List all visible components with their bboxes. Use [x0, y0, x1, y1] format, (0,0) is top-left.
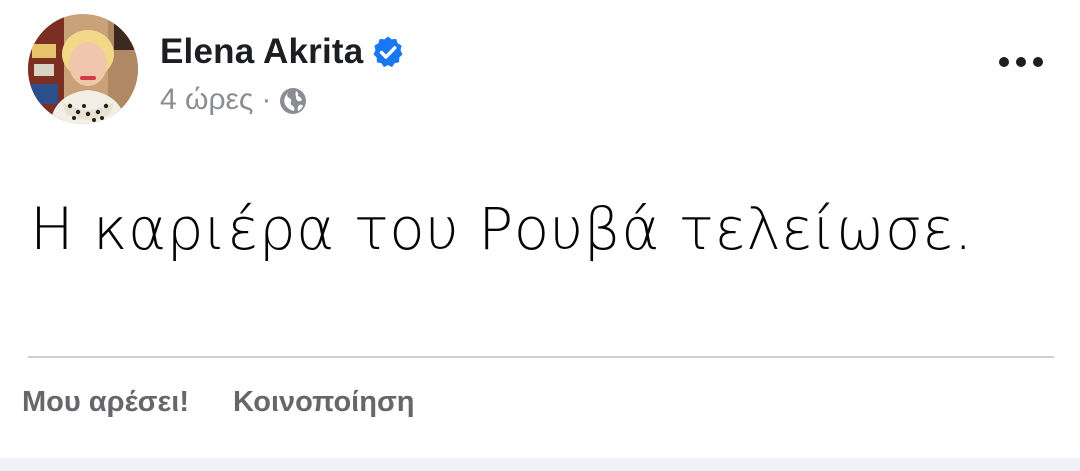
meta-separator: · — [261, 83, 272, 116]
author-line: Elena Akrita — [160, 30, 405, 74]
post-meta: 4 ώρες · — [160, 80, 307, 120]
more-options-icon — [999, 57, 1043, 67]
verified-badge-icon — [371, 35, 405, 69]
author-avatar[interactable] — [28, 14, 138, 124]
actions-divider — [28, 356, 1054, 358]
share-button[interactable]: Κοινοποίηση — [233, 386, 415, 419]
post-text: Η καριέρα του Ρουβά τελείωσε. — [30, 195, 973, 263]
post-header: Elena Akrita 4 ώρες · — [0, 0, 1080, 140]
post-bottom-separator — [0, 458, 1080, 471]
post-timestamp[interactable]: 4 ώρες — [160, 83, 253, 117]
like-button[interactable]: Μου αρέσει! — [22, 386, 189, 419]
more-options-button[interactable] — [990, 40, 1054, 84]
globe-icon[interactable] — [279, 87, 307, 115]
author-name[interactable]: Elena Akrita — [160, 32, 363, 72]
post-actions: Μου αρέσει! Κοινοποίηση — [22, 386, 415, 419]
